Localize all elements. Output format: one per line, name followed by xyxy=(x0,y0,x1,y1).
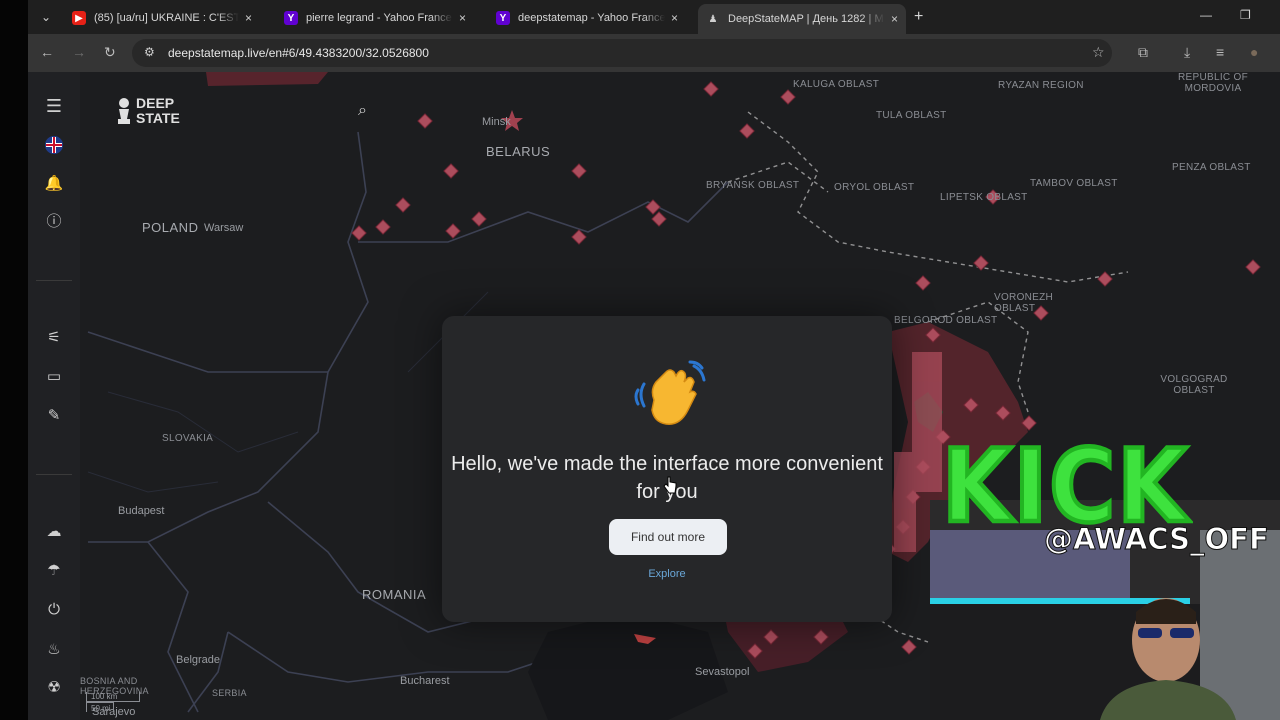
logo-text: DEEP STATE xyxy=(136,96,180,126)
label-belgrade: Belgrade xyxy=(176,654,221,666)
deepstate-chess-logo-icon xyxy=(118,98,130,124)
label-romania: ROMANIA xyxy=(362,587,427,602)
info-icon[interactable]: ⓘ xyxy=(44,212,64,232)
label-mordovia: REPUBLIC OF MORDOVIA xyxy=(1178,72,1248,94)
tab-yahoo-pierre[interactable]: Y pierre legrand - Yahoo France R × xyxy=(276,4,474,32)
kick-stream-overlay: KICK @AWACS_OFF xyxy=(940,426,1280,568)
youtube-icon: ▶ xyxy=(72,11,86,25)
label-ryazan: RYAZAN REGION xyxy=(998,80,1084,91)
uk-flag-icon[interactable] xyxy=(44,135,64,155)
label-warsaw: Warsaw xyxy=(204,222,244,234)
back-icon[interactable]: ← xyxy=(40,44,54,60)
logo-line2: STATE xyxy=(136,110,180,126)
new-tab-button[interactable]: + xyxy=(914,8,923,26)
site-info-icon[interactable]: ⚙ xyxy=(144,45,155,59)
power-plant-icon[interactable]: ⏻ xyxy=(44,600,64,620)
filters-icon[interactable]: ⚟ xyxy=(44,328,64,348)
draw-pencil-icon[interactable]: ✎ xyxy=(44,406,64,426)
tab-title: DeepStateMAP | День 1282 | M xyxy=(728,13,884,25)
yahoo-icon: Y xyxy=(496,11,510,25)
map-scale: 100 km 50 mi xyxy=(86,692,144,716)
browser-toolbar: ← → ↻ ⚙ deepstatemap.live/en#6/49.438320… xyxy=(28,34,1280,72)
label-lipetsk: LIPETSK OBLAST xyxy=(940,192,1028,203)
reload-icon[interactable]: ↻ xyxy=(104,44,116,61)
label-belarus: BELARUS xyxy=(486,144,551,159)
label-penza: PENZA OBLAST xyxy=(1172,162,1251,173)
label-tambov: TAMBOV OBLAST xyxy=(1030,178,1118,189)
menu-icon[interactable]: ☰ xyxy=(44,96,64,116)
bookmark-star-icon[interactable]: ☆ xyxy=(1092,44,1105,61)
tab-close-icon[interactable]: × xyxy=(245,11,252,25)
tab-title: deepstatemap - Yahoo France R xyxy=(518,12,665,24)
address-bar[interactable]: ⚙ deepstatemap.live/en#6/49.4383200/32.0… xyxy=(132,39,1112,67)
deepstate-icon: ♟ xyxy=(708,13,718,25)
fire-icon[interactable]: ♨ xyxy=(44,640,64,660)
sidebar-divider xyxy=(36,474,72,475)
url-text[interactable]: deepstatemap.live/en#6/49.4383200/32.052… xyxy=(168,46,429,60)
label-poland: POLAND xyxy=(142,220,199,235)
download-icon[interactable]: ⤓ xyxy=(1184,44,1190,61)
waving-hand-icon xyxy=(634,360,706,425)
minimize-icon[interactable]: — xyxy=(1200,8,1212,22)
label-volgograd: VOLGOGRAD OBLAST xyxy=(1160,374,1228,396)
browser-window: ⌄ ▶ (85) [ua/ru] UKRAINE : C'EST LE × Y … xyxy=(28,0,1280,720)
tab-close-icon[interactable]: × xyxy=(891,12,898,26)
label-tula: TULA OBLAST xyxy=(876,110,947,121)
media-control-icon[interactable]: ≡ xyxy=(1216,44,1224,60)
label-serbia: SERBIA xyxy=(212,688,247,698)
radiation-icon[interactable]: ☢ xyxy=(44,678,64,698)
explore-link[interactable]: Explore xyxy=(442,568,892,580)
tab-yahoo-deepstate[interactable]: Y deepstatemap - Yahoo France R × xyxy=(488,4,686,32)
tab-close-icon[interactable]: × xyxy=(671,11,678,25)
tab-title: pierre legrand - Yahoo France R xyxy=(306,12,453,24)
label-minsk: Minsk xyxy=(482,116,511,128)
label-bryansk: BRYANSK OBLAST xyxy=(706,180,800,191)
scale-km: 100 km xyxy=(86,692,140,702)
label-bucharest: Bucharest xyxy=(400,675,450,687)
screen-left-edge xyxy=(0,0,28,720)
find-out-more-button[interactable]: Find out more xyxy=(609,519,727,555)
profile-avatar-icon[interactable]: ● xyxy=(1250,44,1258,60)
weather-cloud-icon[interactable]: ☁ xyxy=(44,522,64,542)
yahoo-icon: Y xyxy=(284,11,298,25)
label-slovakia: SLOVAKIA xyxy=(162,433,214,444)
tab-youtube[interactable]: ▶ (85) [ua/ru] UKRAINE : C'EST LE × xyxy=(64,4,260,32)
map-sidebar: ☰ 🔔 ⓘ ⚟ ▭ ✎ ☁ ☂ ⏻ ♨ ☢ xyxy=(28,72,80,720)
tab-title: (85) [ua/ru] UKRAINE : C'EST LE xyxy=(94,12,239,24)
label-belgorod: BELGOROD OBLAST xyxy=(894,315,998,326)
label-budapest: Budapest xyxy=(118,505,165,517)
tab-bar: ⌄ ▶ (85) [ua/ru] UKRAINE : C'EST LE × Y … xyxy=(28,0,1280,34)
tab-deepstatemap[interactable]: ♟ DeepStateMAP | День 1282 | M × xyxy=(698,4,906,34)
label-sevastopol: Sevastopol xyxy=(695,666,750,678)
restore-icon[interactable]: ❐ xyxy=(1240,8,1251,22)
kick-handle-text: @AWACS_OFF xyxy=(1044,522,1270,557)
tab-search-chevron-icon[interactable]: ⌄ xyxy=(36,7,56,27)
label-voronezh: VORONEZH OBLAST xyxy=(994,292,1054,314)
ruler-icon[interactable]: ▭ xyxy=(44,367,64,387)
logo-line1: DEEP xyxy=(136,95,175,111)
scale-mi: 50 mi xyxy=(86,702,114,713)
map-search-icon[interactable]: ⌕ xyxy=(358,102,367,120)
sidebar-divider xyxy=(36,280,72,281)
notifications-bell-icon[interactable]: 🔔 xyxy=(44,174,64,194)
label-oryol: ORYOL OBLAST xyxy=(834,182,915,193)
label-kaluga: KALUGA OBLAST xyxy=(793,79,880,90)
extensions-icon[interactable]: ⧉ xyxy=(1138,44,1148,61)
hand-cursor-icon xyxy=(663,476,677,494)
forward-icon[interactable]: → xyxy=(72,44,86,60)
parachute-icon[interactable]: ☂ xyxy=(44,561,64,581)
welcome-modal: Hello, we've made the interface more con… xyxy=(442,316,892,622)
deepstate-logo[interactable]: DEEP STATE xyxy=(116,96,180,126)
tab-close-icon[interactable]: × xyxy=(459,11,466,25)
